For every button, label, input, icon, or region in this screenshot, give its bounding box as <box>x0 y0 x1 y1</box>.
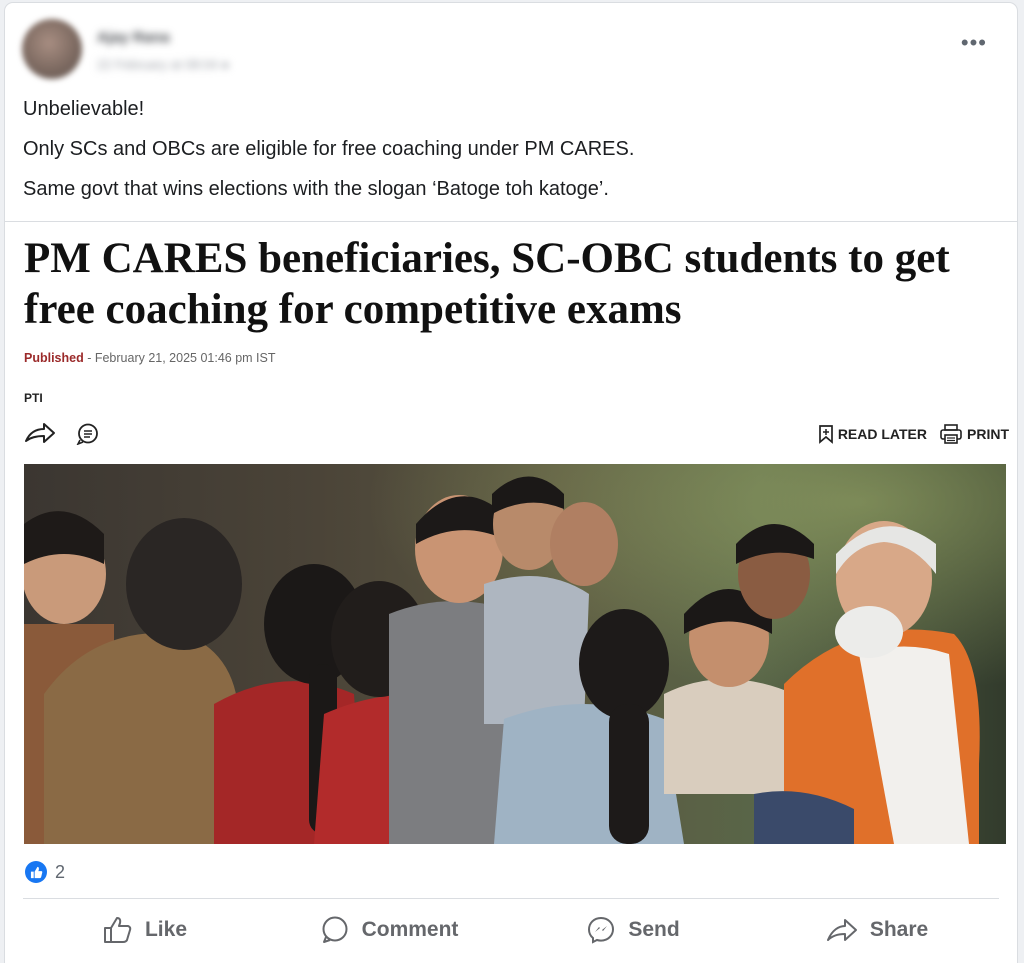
timestamp-text: 22 February at 08:04 <box>97 57 218 72</box>
like-button[interactable]: Like <box>23 905 267 955</box>
print-label: PRINT <box>967 426 1009 442</box>
send-label: Send <box>628 918 680 941</box>
share-label: Share <box>869 918 929 941</box>
like-icon <box>25 861 47 883</box>
bookmark-plus-icon <box>818 425 833 444</box>
post-header: Ajay Rana 22 February at 08:04 ● ••• <box>5 3 1017 93</box>
article-photo[interactable] <box>24 464 1006 844</box>
article-toolbar: READ LATER PRINT <box>24 422 1009 448</box>
article-byline: Published - February 21, 2025 01:46 pm I… <box>24 351 276 365</box>
group-photo-illustration <box>24 464 1006 844</box>
more-options-button[interactable]: ••• <box>960 30 987 55</box>
avatar[interactable] <box>22 19 82 79</box>
read-later-label: READ LATER <box>837 426 927 442</box>
reaction-summary[interactable]: 2 <box>25 861 65 883</box>
printer-icon <box>940 424 962 444</box>
action-bar: Like Comment Send Share <box>23 905 999 955</box>
article-headline[interactable]: PM CARES beneficiaries, SC-OBC students … <box>24 233 984 335</box>
post-card: Ajay Rana 22 February at 08:04 ● ••• Unb… <box>5 3 1017 963</box>
published-label: Published <box>24 351 84 365</box>
divider <box>5 221 1017 222</box>
post-text: Unbelievable! Only SCs and OBCs are elig… <box>23 95 634 215</box>
published-date: - February 21, 2025 01:46 pm IST <box>83 351 276 365</box>
divider <box>23 898 999 899</box>
ellipsis-icon: ••• <box>960 30 987 55</box>
reaction-count: 2 <box>55 861 66 882</box>
post-line: Only SCs and OBCs are eligible for free … <box>23 138 635 160</box>
print-button[interactable]: PRINT <box>940 424 1009 444</box>
post-timestamp[interactable]: 22 February at 08:04 ● <box>97 57 229 72</box>
read-later-button[interactable]: READ LATER <box>818 424 927 444</box>
share-icon <box>826 919 857 941</box>
comment-button[interactable]: Comment <box>267 905 511 955</box>
send-button[interactable]: Send <box>511 905 755 955</box>
article-source: PTI <box>24 391 43 405</box>
article-preview[interactable]: PM CARES beneficiaries, SC-OBC students … <box>24 233 1009 446</box>
comment-label: Comment <box>361 918 459 941</box>
comment-bubble-icon[interactable] <box>76 423 100 450</box>
comment-icon <box>322 916 348 943</box>
author-name[interactable]: Ajay Rana <box>97 29 170 46</box>
share-arrow-icon[interactable] <box>24 422 56 449</box>
globe-icon: ● <box>221 57 230 72</box>
thumbs-up-icon <box>103 917 132 943</box>
post-line: Unbelievable! <box>23 98 145 120</box>
messenger-icon <box>588 916 615 944</box>
share-button[interactable]: Share <box>755 905 999 955</box>
post-line: Same govt that wins elections with the s… <box>23 178 609 200</box>
like-label: Like <box>144 918 188 941</box>
